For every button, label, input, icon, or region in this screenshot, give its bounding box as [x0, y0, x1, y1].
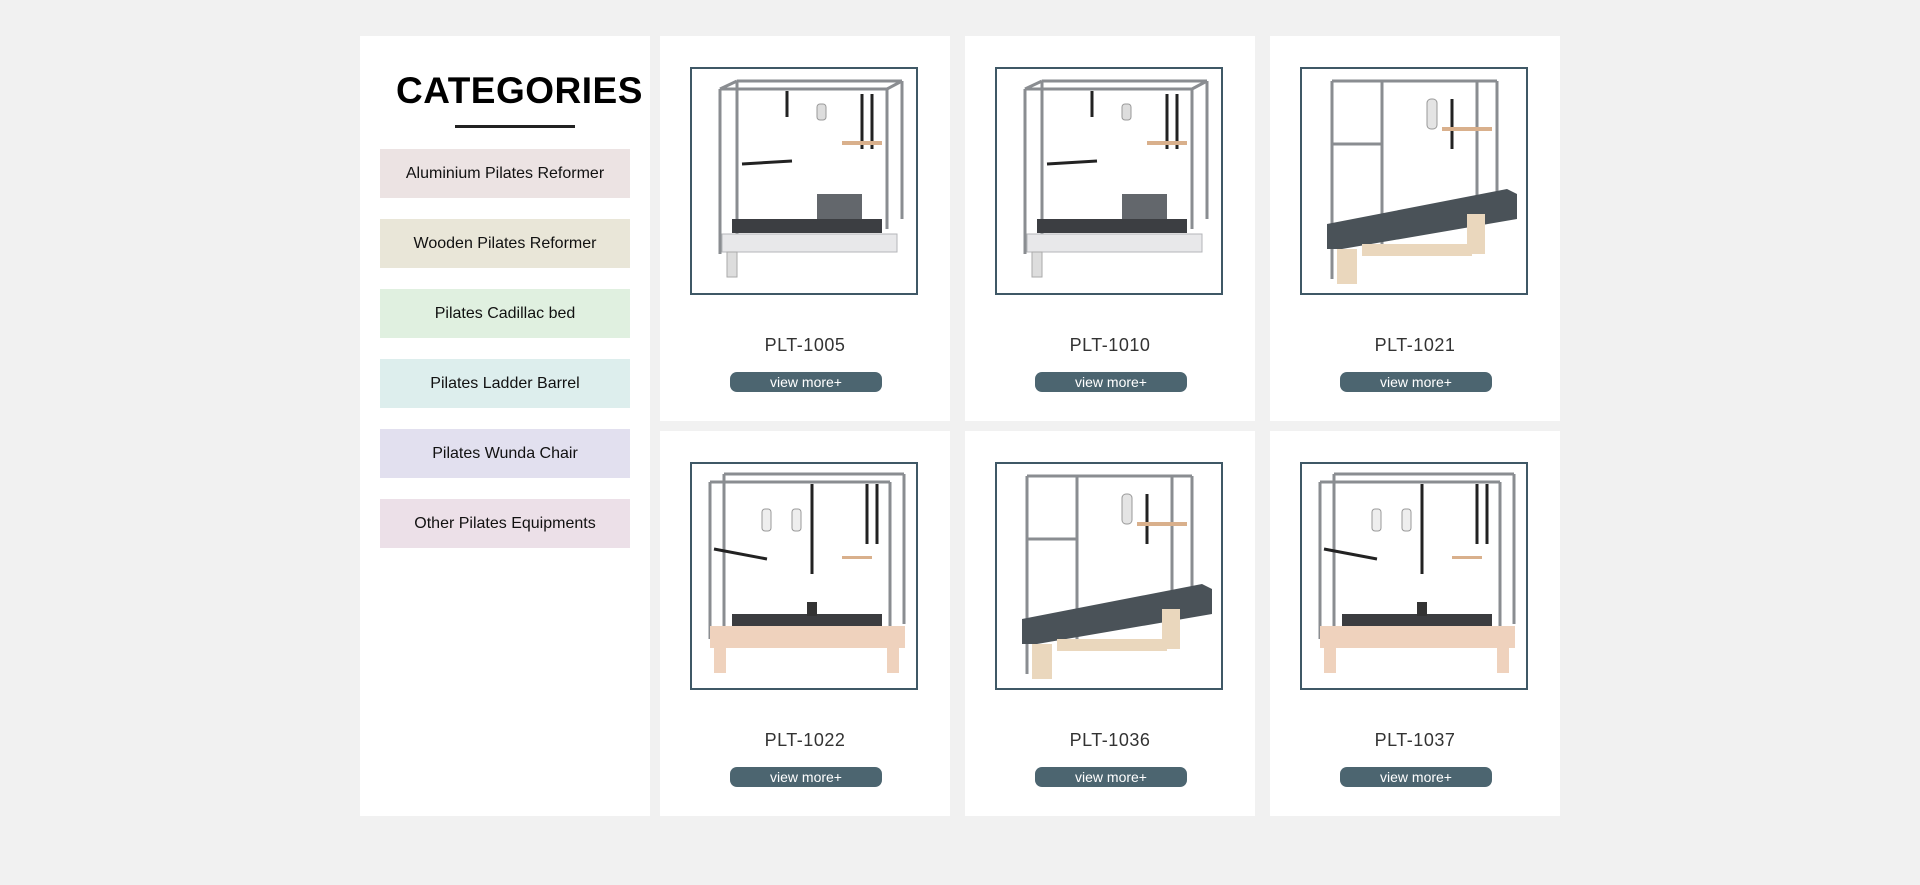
product-code: PLT-1022	[764, 730, 846, 750]
product-code: PLT-1037	[1374, 730, 1456, 750]
category-item-wooden-reformer[interactable]: Wooden Pilates Reformer	[380, 219, 630, 268]
product-image-wooden-reformer[interactable]	[690, 462, 918, 690]
view-more-button[interactable]: view more+	[1340, 767, 1492, 787]
category-item-wunda-chair[interactable]: Pilates Wunda Chair	[380, 429, 630, 478]
category-list: Aluminium Pilates Reformer Wooden Pilate…	[380, 149, 630, 569]
product-code: PLT-1005	[764, 335, 846, 355]
product-image-aluminium-reformer[interactable]	[995, 67, 1223, 295]
category-item-aluminium-reformer[interactable]: Aluminium Pilates Reformer	[380, 149, 630, 198]
product-card: PLT-1037 view more+	[1270, 431, 1560, 816]
view-more-button[interactable]: view more+	[1340, 372, 1492, 392]
view-more-button[interactable]: view more+	[730, 372, 882, 392]
categories-sidebar: CATEGORIES Aluminium Pilates Reformer Wo…	[360, 36, 650, 816]
product-image-wooden-reformer[interactable]	[1300, 462, 1528, 690]
categories-title: CATEGORIES	[396, 70, 643, 111]
product-card: PLT-1010 view more+	[965, 36, 1255, 421]
product-image-cadillac-bed[interactable]	[1300, 67, 1528, 295]
product-card: PLT-1005 view more+	[660, 36, 950, 421]
product-image-aluminium-reformer[interactable]	[690, 67, 918, 295]
view-more-button[interactable]: view more+	[730, 767, 882, 787]
view-more-button[interactable]: view more+	[1035, 767, 1187, 787]
category-item-other-equipments[interactable]: Other Pilates Equipments	[380, 499, 630, 548]
product-code: PLT-1036	[1069, 730, 1151, 750]
product-code: PLT-1021	[1374, 335, 1456, 355]
category-item-ladder-barrel[interactable]: Pilates Ladder Barrel	[380, 359, 630, 408]
product-card: PLT-1036 view more+	[965, 431, 1255, 816]
product-card: PLT-1021 view more+	[1270, 36, 1560, 421]
view-more-button[interactable]: view more+	[1035, 372, 1187, 392]
product-card: PLT-1022 view more+	[660, 431, 950, 816]
title-underline-divider	[455, 125, 575, 128]
product-image-cadillac-bed[interactable]	[995, 462, 1223, 690]
category-item-cadillac-bed[interactable]: Pilates Cadillac bed	[380, 289, 630, 338]
product-code: PLT-1010	[1069, 335, 1151, 355]
